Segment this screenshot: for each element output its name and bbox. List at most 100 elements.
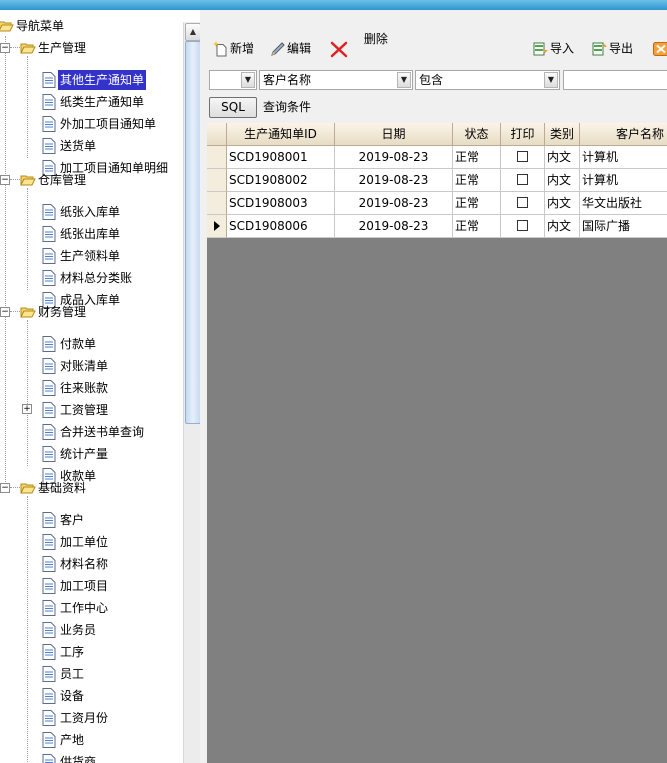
chevron-down-icon[interactable]: ▼ [241, 72, 255, 88]
cell-id[interactable]: SCD1908003 [227, 192, 335, 215]
data-grid[interactable]: 生产通知单ID 日期 状态 打印 类别 客户名称 SCD1908001 2019… [207, 123, 667, 763]
tree-item-salesperson[interactable]: 业务员 [40, 619, 98, 641]
tree-item-outsourced-notice[interactable]: 外加工项目通知单 [40, 113, 158, 135]
tree-item-output-stats[interactable]: 统计产量 [40, 443, 110, 465]
sql-button[interactable]: SQL [209, 97, 257, 118]
tree-scrollbar[interactable]: ▲ [183, 22, 200, 763]
tree-item-paper-outbound[interactable]: 纸张出库单 [40, 223, 122, 245]
tree-item-customer[interactable]: 客户 [40, 509, 86, 531]
tree-item-processing-unit[interactable]: 加工单位 [40, 531, 110, 553]
cell-customer[interactable]: 计算机 [580, 169, 667, 192]
tree-item-other-production-notice[interactable]: 其他生产通知单 [40, 69, 147, 91]
table-row[interactable]: SCD1908003 2019-08-23 正常 内文 华文出版社 [207, 192, 667, 215]
tree-item-employee[interactable]: 员工 [40, 663, 86, 685]
cell-status[interactable]: 正常 [453, 192, 501, 215]
print-checkbox[interactable] [517, 151, 528, 162]
tree-item-material-requisition[interactable]: 生产领料单 [40, 245, 122, 267]
logic-select[interactable]: ▼ [209, 70, 257, 90]
table-row[interactable]: SCD1908002 2019-08-23 正常 内文 计算机 [207, 169, 667, 192]
cell-date[interactable]: 2019-08-23 [335, 192, 453, 215]
cell-status[interactable]: 正常 [453, 169, 501, 192]
tree-item-material-ledger[interactable]: 材料总分类账 [40, 267, 134, 289]
tree-item-work-center[interactable]: 工作中心 [40, 597, 110, 619]
splitter[interactable] [200, 10, 207, 763]
cell-category[interactable]: 内文 [545, 146, 580, 169]
cell-date[interactable]: 2019-08-23 [335, 169, 453, 192]
tree-item-process[interactable]: 工序 [40, 641, 86, 663]
cell-customer[interactable]: 国际广播 [580, 215, 667, 238]
print-checkbox[interactable] [517, 174, 528, 185]
column-header-id[interactable]: 生产通知单ID [227, 123, 335, 146]
edit-button[interactable]: 编辑 [270, 36, 311, 60]
cell-print[interactable] [501, 215, 545, 238]
print-checkbox[interactable] [517, 220, 528, 231]
column-header-category[interactable]: 类别 [545, 123, 580, 146]
tree-item-paper-inbound[interactable]: 纸张入库单 [40, 201, 122, 223]
cell-date[interactable]: 2019-08-23 [335, 215, 453, 238]
row-indicator[interactable] [207, 215, 227, 238]
cell-category[interactable]: 内文 [545, 192, 580, 215]
chevron-down-icon[interactable]: ▼ [544, 72, 558, 88]
cell-id[interactable]: SCD1908006 [227, 215, 335, 238]
tree-group-finance[interactable]: 财务管理 [18, 301, 88, 323]
tree-item-supplier[interactable]: 供货商 [40, 751, 98, 763]
row-indicator[interactable] [207, 169, 227, 192]
tree-item-equipment[interactable]: 设备 [40, 685, 86, 707]
tree-group-warehouse[interactable]: 仓库管理 [18, 169, 88, 191]
tree-item-label: 业务员 [60, 623, 97, 637]
cell-id[interactable]: SCD1908002 [227, 169, 335, 192]
collapse-icon[interactable]: − [0, 483, 10, 493]
cell-id[interactable]: SCD1908001 [227, 146, 335, 169]
filter-value-input[interactable] [563, 70, 667, 90]
collapse-icon[interactable]: − [0, 307, 10, 317]
print-checkbox[interactable] [517, 197, 528, 208]
tree-item-merged-delivery-query[interactable]: 合并送书单查询 [40, 421, 146, 443]
column-header-status[interactable]: 状态 [453, 123, 501, 146]
delete-button[interactable]: 删除 [329, 32, 388, 60]
tree-group-basic-data[interactable]: 基础资料 [18, 477, 88, 499]
scrollbar-thumb[interactable] [185, 41, 200, 424]
close-button[interactable] [653, 36, 667, 60]
table-row-current[interactable]: SCD1908006 2019-08-23 正常 内文 国际广播 [207, 215, 667, 238]
query-conditions-label[interactable]: 查询条件 [263, 97, 311, 118]
collapse-icon[interactable]: − [0, 175, 10, 185]
column-header-customer[interactable]: 客户名称 [580, 123, 667, 146]
cell-print[interactable] [501, 169, 545, 192]
tree-item-payroll[interactable]: 工资管理 [40, 399, 110, 421]
tree-item-accounts[interactable]: 往来账款 [40, 377, 110, 399]
scroll-up-arrow-icon[interactable]: ▲ [185, 23, 200, 41]
row-indicator[interactable] [207, 192, 227, 215]
row-indicator[interactable] [207, 146, 227, 169]
collapse-icon[interactable]: − [0, 43, 10, 53]
delete-button-label: 删除 [363, 31, 388, 46]
table-row[interactable]: SCD1908001 2019-08-23 正常 内文 计算机 [207, 146, 667, 169]
chevron-down-icon[interactable]: ▼ [397, 72, 411, 88]
tree-root[interactable]: 导航菜单 [0, 15, 66, 37]
expand-icon[interactable]: + [22, 404, 32, 414]
tree-item-paper-production-notice[interactable]: 纸类生产通知单 [40, 91, 146, 113]
new-button[interactable]: 新增 [213, 36, 254, 60]
cell-customer[interactable]: 华文出版社 [580, 192, 667, 215]
cell-category[interactable]: 内文 [545, 215, 580, 238]
tree-item-payroll-month[interactable]: 工资月份 [40, 707, 110, 729]
tree-item-origin[interactable]: 产地 [40, 729, 86, 751]
column-header-date[interactable]: 日期 [335, 123, 453, 146]
cell-status[interactable]: 正常 [453, 146, 501, 169]
tree-item-statement[interactable]: 对账清单 [40, 355, 110, 377]
tree-item-payment[interactable]: 付款单 [40, 333, 98, 355]
cell-print[interactable] [501, 146, 545, 169]
tree-item-delivery-note[interactable]: 送货单 [40, 135, 98, 157]
tree-item-material-name[interactable]: 材料名称 [40, 553, 110, 575]
cell-category[interactable]: 内文 [545, 169, 580, 192]
column-header-print[interactable]: 打印 [501, 123, 545, 146]
cell-date[interactable]: 2019-08-23 [335, 146, 453, 169]
tree-group-production[interactable]: 生产管理 [18, 37, 88, 59]
operator-select[interactable]: 包含 ▼ [415, 70, 560, 90]
cell-customer[interactable]: 计算机 [580, 146, 667, 169]
import-button[interactable]: 导入 [533, 36, 574, 60]
export-button[interactable]: 导出 [592, 36, 633, 60]
cell-status[interactable]: 正常 [453, 215, 501, 238]
cell-print[interactable] [501, 192, 545, 215]
tree-item-processing-item[interactable]: 加工项目 [40, 575, 110, 597]
field-select[interactable]: 客户名称 ▼ [259, 70, 413, 90]
